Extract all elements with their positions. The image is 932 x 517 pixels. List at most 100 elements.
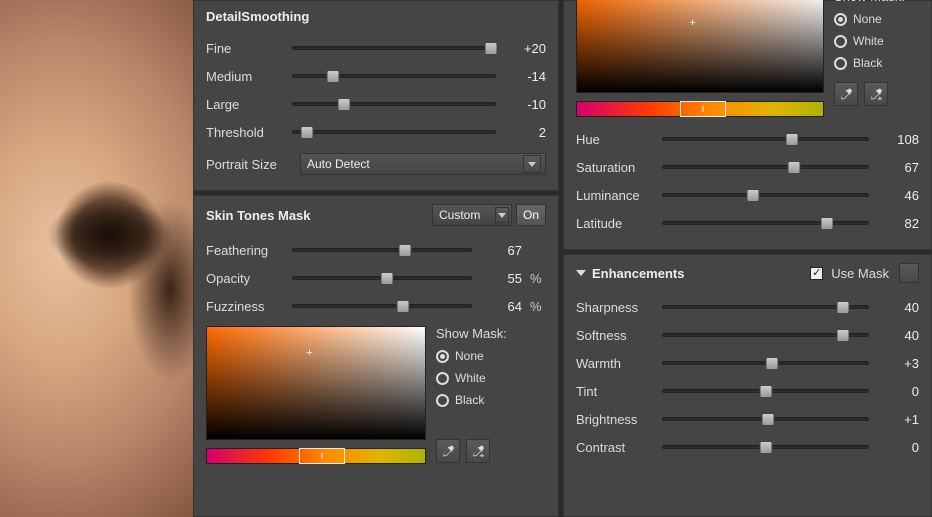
radio-label: Black (853, 56, 882, 70)
opacity-label: Opacity (206, 271, 284, 286)
preview-photo (0, 0, 193, 517)
hue-selection-indicator[interactable] (299, 448, 345, 464)
saturation-slider-thumb[interactable] (788, 161, 801, 174)
fuzziness-slider[interactable] (292, 304, 472, 308)
color-cursor-icon: + (689, 17, 695, 29)
top-show-mask-label: Show Mask: (834, 0, 905, 4)
radio-icon (834, 57, 847, 70)
opacity-unit: % (530, 271, 546, 286)
hue-slider-thumb[interactable] (786, 133, 799, 146)
luminance-slider[interactable] (662, 193, 869, 197)
sharpness-slider-thumb[interactable] (837, 301, 850, 314)
sharpness-value: 40 (877, 300, 919, 315)
latitude-value: 82 (877, 216, 919, 231)
show-mask-black-radio[interactable]: Black (436, 389, 507, 411)
medium-value: -14 (504, 69, 546, 84)
skin-tones-preset-dropdown[interactable]: Custom (432, 204, 512, 226)
saturation-slider[interactable] (662, 165, 869, 169)
hue-selection-indicator[interactable] (680, 101, 726, 117)
portrait-size-dropdown[interactable]: Auto Detect (300, 153, 546, 175)
radio-label: White (455, 371, 486, 385)
fine-slider[interactable] (292, 46, 496, 50)
large-label: Large (206, 97, 284, 112)
eyedropper-add-button[interactable] (466, 439, 490, 463)
top-color-picker[interactable]: + (576, 0, 824, 93)
softness-slider[interactable] (662, 333, 869, 337)
panel-enhancements: Enhancements Use Mask Sharpness 40 Softn… (563, 254, 932, 517)
feathering-slider-thumb[interactable] (399, 244, 412, 257)
skin-tones-on-button[interactable]: On (516, 204, 546, 226)
fuzziness-value: 64 (480, 299, 522, 314)
show-mask-none-radio[interactable]: None (436, 345, 507, 367)
eyedropper-button[interactable] (436, 439, 460, 463)
show-mask-label: Show Mask: (436, 326, 507, 341)
skin-tone-hue-slider[interactable] (206, 448, 426, 464)
panel-skin-tones-mask: Skin Tones Mask Custom On Feathering 67 … (193, 195, 559, 517)
radio-label: None (455, 349, 484, 363)
use-mask-checkbox[interactable]: Use Mask (810, 263, 919, 283)
luminance-slider-thumb[interactable] (747, 189, 760, 202)
skin-tone-color-picker[interactable]: + (206, 326, 426, 440)
latitude-label: Latitude (576, 216, 654, 231)
softness-slider-thumb[interactable] (837, 329, 850, 342)
warmth-value: +3 (877, 356, 919, 371)
sharpness-slider[interactable] (662, 305, 869, 309)
luminance-value: 46 (877, 188, 919, 203)
radio-icon (436, 372, 449, 385)
show-mask-white-radio[interactable]: White (436, 367, 507, 389)
threshold-label: Threshold (206, 125, 284, 140)
warmth-slider-thumb[interactable] (765, 357, 778, 370)
saturation-label: Saturation (576, 160, 654, 175)
top-hue-slider[interactable] (576, 101, 824, 117)
dropdown-arrow-icon (495, 207, 509, 223)
large-slider[interactable] (292, 102, 496, 106)
medium-slider-thumb[interactable] (327, 70, 340, 83)
medium-slider[interactable] (292, 74, 496, 78)
fuzziness-unit: % (530, 299, 546, 314)
eyedropper-plus-icon (471, 444, 485, 458)
threshold-slider-thumb[interactable] (301, 126, 314, 139)
latitude-slider-thumb[interactable] (821, 217, 834, 230)
fuzziness-label: Fuzziness (206, 299, 284, 314)
top-eyedropper-button[interactable] (834, 82, 858, 106)
top-eyedropper-add-button[interactable] (864, 82, 888, 106)
fine-slider-thumb[interactable] (484, 42, 497, 55)
tint-slider[interactable] (662, 389, 869, 393)
opacity-slider-thumb[interactable] (381, 272, 394, 285)
collapse-triangle-icon[interactable] (576, 270, 586, 276)
threshold-slider[interactable] (292, 130, 496, 134)
eyedropper-plus-icon (869, 87, 883, 101)
contrast-slider-thumb[interactable] (759, 441, 772, 454)
fuzziness-slider-thumb[interactable] (397, 300, 410, 313)
top-show-mask-none-radio[interactable]: None (834, 8, 905, 30)
softness-value: 40 (877, 328, 919, 343)
radio-icon (834, 35, 847, 48)
hue-slider[interactable] (662, 137, 869, 141)
warmth-slider[interactable] (662, 361, 869, 365)
feathering-label: Feathering (206, 243, 284, 258)
contrast-slider[interactable] (662, 445, 869, 449)
brightness-label: Brightness (576, 412, 654, 427)
skin-tones-title: Skin Tones Mask (206, 208, 311, 223)
top-show-mask-white-radio[interactable]: White (834, 30, 905, 52)
opacity-slider[interactable] (292, 276, 472, 280)
detail-smoothing-title: DetailSmoothing (206, 9, 546, 24)
portrait-size-value: Auto Detect (307, 157, 370, 171)
large-slider-thumb[interactable] (337, 98, 350, 111)
checkbox-icon (810, 267, 823, 280)
panel-detail-smoothing: DetailSmoothing Fine +20 Medium -14 Larg… (193, 0, 559, 191)
threshold-value: 2 (504, 125, 546, 140)
top-show-mask-black-radio[interactable]: Black (834, 52, 905, 74)
enhancements-extra-button[interactable] (899, 263, 919, 283)
brightness-slider[interactable] (662, 417, 869, 421)
feathering-value: 67 (480, 243, 522, 258)
panel-color-adjust: + Show Mask: None (563, 0, 932, 250)
latitude-slider[interactable] (662, 221, 869, 225)
brightness-slider-thumb[interactable] (761, 413, 774, 426)
feathering-slider[interactable] (292, 248, 472, 252)
tint-slider-thumb[interactable] (759, 385, 772, 398)
color-cursor-icon: + (306, 347, 312, 359)
saturation-value: 67 (877, 160, 919, 175)
panels-container: DetailSmoothing Fine +20 Medium -14 Larg… (193, 0, 932, 517)
sharpness-label: Sharpness (576, 300, 654, 315)
